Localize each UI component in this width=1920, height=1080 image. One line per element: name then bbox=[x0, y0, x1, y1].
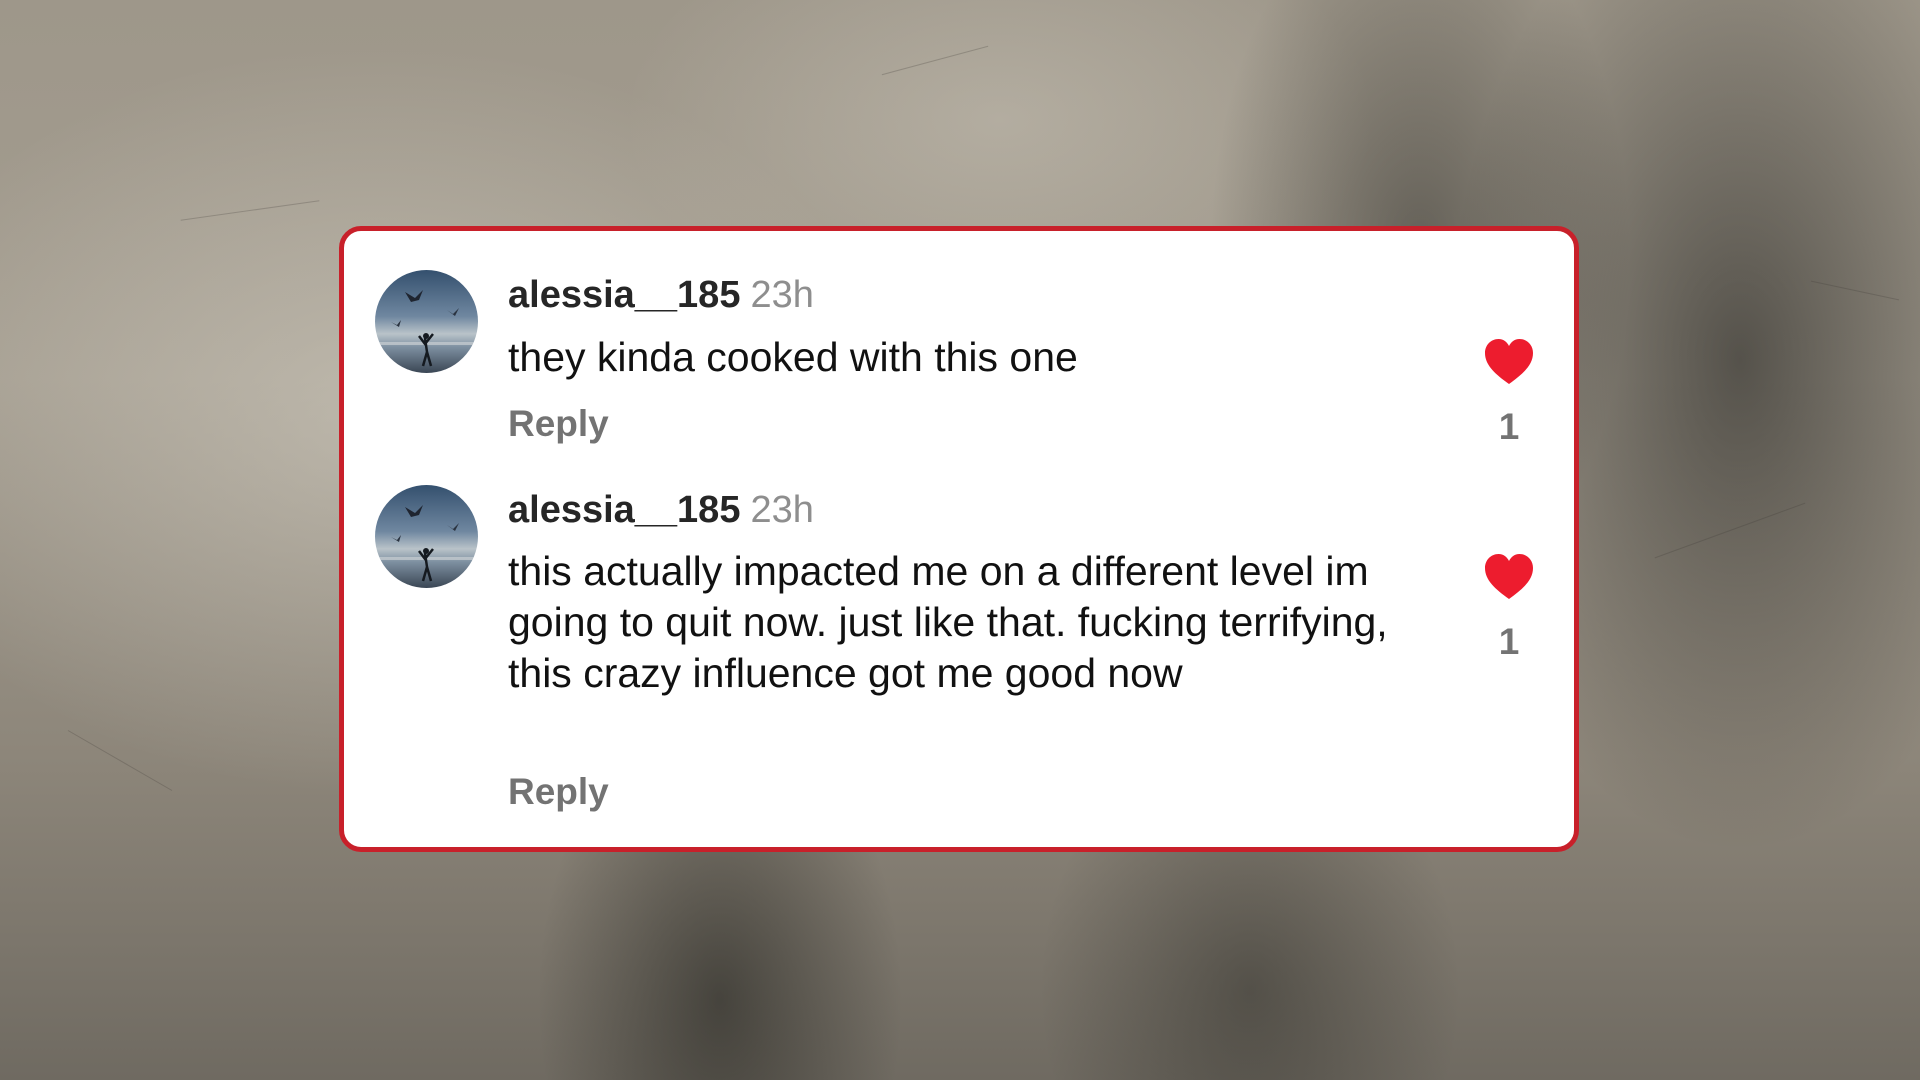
heart-icon[interactable] bbox=[1483, 338, 1535, 386]
comment-meta: alessia__185 23h bbox=[508, 273, 814, 317]
like-control: 1 bbox=[1469, 553, 1549, 664]
username[interactable]: alessia__185 bbox=[508, 489, 740, 531]
avatar[interactable] bbox=[375, 270, 478, 373]
avatar-image bbox=[375, 485, 478, 588]
heart-icon[interactable] bbox=[1483, 553, 1535, 601]
reply-button[interactable]: Reply bbox=[508, 402, 609, 446]
avatar-image bbox=[375, 270, 478, 373]
comment-text: they kinda cooked with this one bbox=[508, 334, 1078, 380]
like-count: 1 bbox=[1498, 406, 1520, 447]
timestamp: 23h bbox=[750, 274, 814, 316]
comments-card: alessia__185 23h they kinda cooked with t… bbox=[339, 226, 1579, 852]
like-count: 1 bbox=[1498, 621, 1520, 662]
comment-meta: alessia__185 23h bbox=[508, 488, 814, 532]
texture-scratch bbox=[67, 730, 173, 791]
username[interactable]: alessia__185 bbox=[508, 274, 740, 316]
comment-text: this actually impacted me on a different… bbox=[508, 548, 1388, 696]
texture-scratch bbox=[1810, 280, 1900, 301]
timestamp: 23h bbox=[750, 489, 814, 531]
texture-scratch bbox=[1654, 502, 1806, 559]
texture-scratch bbox=[180, 200, 320, 221]
avatar[interactable] bbox=[375, 485, 478, 588]
texture-scratch bbox=[881, 45, 989, 76]
reply-button[interactable]: Reply bbox=[508, 770, 609, 814]
like-control: 1 bbox=[1469, 338, 1549, 449]
